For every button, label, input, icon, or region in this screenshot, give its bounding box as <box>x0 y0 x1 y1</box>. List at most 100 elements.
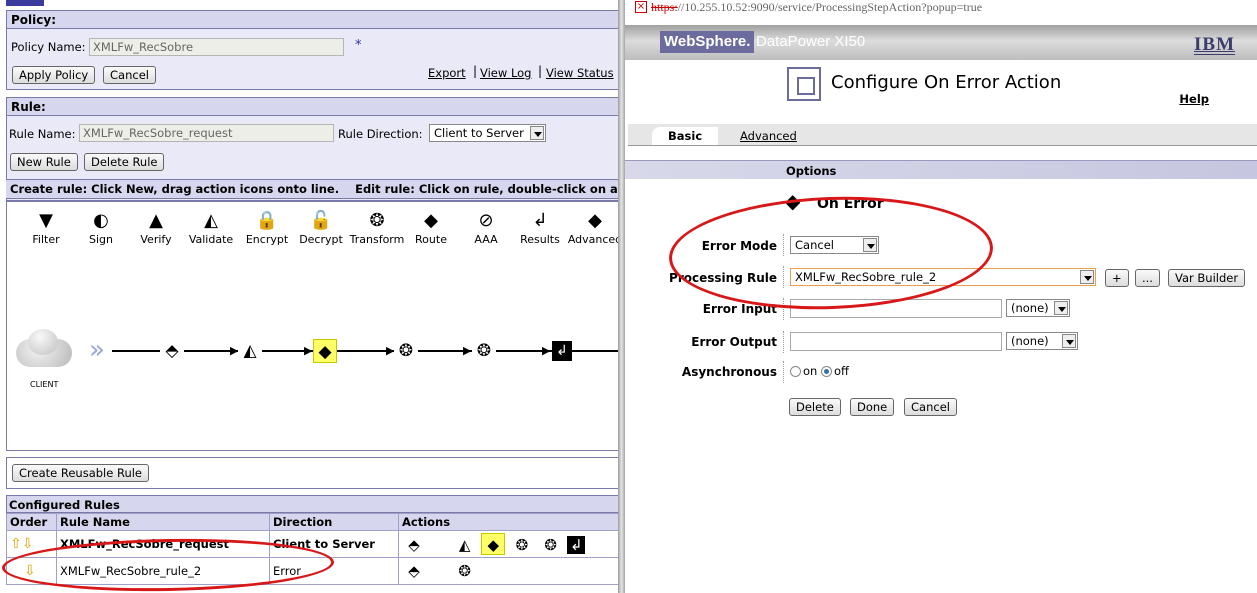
advanced-icon: ◆ <box>588 210 602 231</box>
actions-cell: ⬘ ❂ <box>398 557 618 585</box>
policy-editor-pane: Policy: Policy Name: XMLFw_RecSobre * Ap… <box>0 0 618 593</box>
brand-banner: WebSphere. DataPower XI50 IBM <box>625 25 1257 60</box>
transform-action-icon[interactable]: ❂ <box>394 339 418 363</box>
palette-label: Encrypt <box>245 233 289 246</box>
error-mode-value: Cancel <box>795 238 834 252</box>
ibm-logo: IBM <box>1194 34 1235 55</box>
transform-action-icon[interactable]: ❂ <box>510 534 534 556</box>
rule-name-cell[interactable]: XMLFw_RecSobre_rule_2 <box>56 557 270 585</box>
var-builder-button[interactable]: Var Builder <box>1168 269 1246 287</box>
field-divider <box>783 266 784 288</box>
palette-item-filter[interactable]: ▼ Filter <box>18 210 74 246</box>
policy-name-label: Policy Name: <box>11 40 86 54</box>
transform-action-icon[interactable]: ❂ <box>453 560 477 582</box>
on-error-popup: × https://10.255.10.52:9090/service/Proc… <box>625 0 1257 593</box>
palette-item-verify[interactable]: ▲ Verify <box>128 210 184 246</box>
palette-item-transform[interactable]: ❂ Transform <box>349 210 405 246</box>
palette-label: Decrypt <box>299 233 343 246</box>
close-icon[interactable]: × <box>635 1 647 13</box>
palette-label: Validate <box>188 233 234 246</box>
error-input-label: Error Input <box>702 302 777 316</box>
on-error-action-icon[interactable]: ◆ <box>481 532 506 555</box>
results-action-icon[interactable]: ↲ <box>552 341 572 361</box>
move-up-icon[interactable]: ⇧ <box>10 536 22 552</box>
view-log-link[interactable]: View Log <box>480 66 532 80</box>
column-header: Direction <box>269 513 399 531</box>
async-off-radio[interactable] <box>821 366 832 377</box>
async-off-label: off <box>834 364 849 378</box>
processing-rule-value: XMLFw_RecSobre_rule_2 <box>795 270 937 284</box>
error-mode-label: Error Mode <box>701 239 777 253</box>
match-action-icon[interactable]: ⬘ <box>160 339 184 363</box>
direction-cell: Client to Server <box>269 530 399 558</box>
async-on-option[interactable]: on <box>790 364 817 378</box>
apply-policy-button[interactable]: Apply Policy <box>12 66 96 84</box>
table-row[interactable]: ⇩ XMLFw_RecSobre_rule_2 Error ⬘ ❂ <box>6 557 618 585</box>
palette-label: AAA <box>474 233 498 246</box>
delete-rule-button[interactable]: Delete Rule <box>84 153 165 171</box>
match-action-icon[interactable]: ⬘ <box>402 560 426 582</box>
options-label: Options <box>786 164 837 178</box>
palette-item-advanced[interactable]: ◆ Advanced <box>567 210 618 246</box>
add-button[interactable]: + <box>1105 269 1129 287</box>
palette-item-decrypt[interactable]: 🔓 Decrypt <box>293 210 349 246</box>
error-output-context-select[interactable]: (none) <box>1006 332 1078 350</box>
tab-basic[interactable]: Basic <box>652 127 719 145</box>
palette-item-route[interactable]: ◆ Route <box>403 210 459 246</box>
error-input-field[interactable] <box>790 299 1002 318</box>
palette-item-validate[interactable]: ◭ Validate <box>183 210 239 246</box>
move-down-icon[interactable]: ⇩ <box>24 563 36 579</box>
rule-name-field[interactable]: XMLFw_RecSobre_request <box>79 124 334 142</box>
rule-instructions: Create rule: Click New, drag action icon… <box>6 179 618 199</box>
client-cloud-icon <box>14 327 74 372</box>
create-reusable-rule-button[interactable]: Create Reusable Rule <box>12 464 150 482</box>
export-link[interactable]: Export <box>428 66 466 80</box>
results-action-icon[interactable]: ↲ <box>567 535 586 554</box>
transform-action-icon[interactable]: ❂ <box>539 534 563 556</box>
match-action-icon[interactable]: ⬘ <box>402 534 426 556</box>
column-header: Order <box>6 513 57 531</box>
async-on-radio[interactable] <box>790 366 801 377</box>
cancel-policy-button[interactable]: Cancel <box>103 66 156 84</box>
tab-bar: Basic Advanced <box>628 124 1257 146</box>
edit-ellipsis-button[interactable]: ... <box>1135 269 1160 287</box>
validate-icon: ◭ <box>204 210 218 231</box>
error-output-field[interactable] <box>790 332 1002 351</box>
palette-item-aaa[interactable]: ⊘ AAA <box>458 210 514 246</box>
processing-rule-select[interactable]: XMLFw_RecSobre_rule_2 <box>790 268 1096 286</box>
delete-button[interactable]: Delete <box>789 398 841 416</box>
palette-label: Results <box>520 233 560 246</box>
order-arrows: ⇩ <box>6 557 57 585</box>
error-input-context-select[interactable]: (none) <box>1006 299 1070 317</box>
async-off-option[interactable]: off <box>821 364 849 378</box>
palette-label: Transform <box>349 233 405 246</box>
on-error-action-icon[interactable]: ◆ <box>313 339 337 363</box>
table-row[interactable]: ⇧⇩ XMLFw_RecSobre_request Client to Serv… <box>6 530 618 558</box>
transform-action-icon[interactable]: ❂ <box>472 339 496 363</box>
url-text: https://10.255.10.52:9090/service/Proces… <box>651 0 983 14</box>
policy-name-field[interactable]: XMLFw_RecSobre <box>89 38 344 56</box>
configured-rules-table: Order Rule Name Direction Actions ⇧⇩ XML… <box>6 513 618 585</box>
help-link[interactable]: Help <box>1179 92 1209 106</box>
validate-action-icon[interactable]: ◭ <box>238 339 262 363</box>
cancel-button[interactable]: Cancel <box>904 398 957 416</box>
palette-item-results[interactable]: ↲ Results <box>512 210 568 246</box>
direction-cell: Error <box>269 557 399 585</box>
error-mode-select[interactable]: Cancel <box>790 236 879 254</box>
palette-label: Verify <box>140 233 172 246</box>
tab-advanced[interactable]: Advanced <box>740 129 797 143</box>
rule-header: Rule: <box>7 98 618 116</box>
window-divider <box>618 0 625 593</box>
validate-action-icon[interactable]: ◭ <box>453 534 477 556</box>
move-down-icon[interactable]: ⇩ <box>22 536 34 552</box>
done-button[interactable]: Done <box>850 398 895 416</box>
processing-rule-label: Processing Rule <box>669 271 777 285</box>
palette-item-sign[interactable]: ◐ Sign <box>73 210 129 246</box>
new-rule-button[interactable]: New Rule <box>10 153 78 171</box>
view-status-link[interactable]: View Status <box>546 66 614 80</box>
link-separator: | <box>473 64 478 78</box>
rule-name-cell[interactable]: XMLFw_RecSobre_request <box>56 530 270 558</box>
rule-direction-select[interactable]: Client to Server <box>429 124 546 142</box>
field-divider <box>783 298 784 320</box>
palette-item-encrypt[interactable]: 🔒 Encrypt <box>239 210 295 246</box>
